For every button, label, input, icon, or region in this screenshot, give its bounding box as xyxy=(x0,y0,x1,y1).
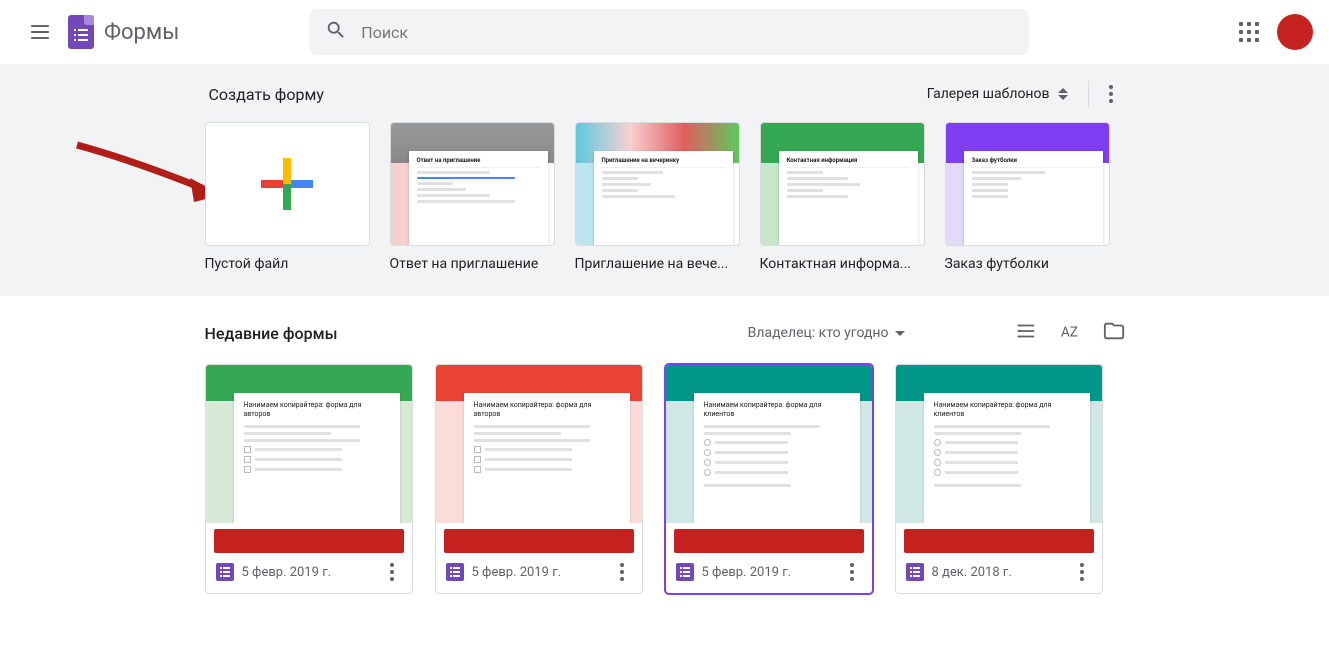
title-redacted xyxy=(904,529,1094,553)
recent-date: 5 февр. 2019 г. xyxy=(472,565,604,580)
sort-az-icon: AZ xyxy=(1059,320,1081,342)
recent-thumb: Нанимаем копирайтера: форма для авторов xyxy=(436,365,642,523)
forms-icon xyxy=(446,563,464,581)
gallery-label: Галерея шаблонов xyxy=(927,86,1050,102)
template-tshirt[interactable]: Заказ футболки Заказ футболки xyxy=(945,122,1110,272)
sort-button[interactable]: AZ xyxy=(1059,320,1081,346)
title-redacted xyxy=(214,529,404,553)
apps-icon[interactable] xyxy=(1239,22,1259,42)
template-gallery-button[interactable]: Галерея шаблонов xyxy=(919,80,1076,108)
search-icon xyxy=(325,19,347,45)
template-rsvp[interactable]: Ответ на приглашение Ответ на приглашени… xyxy=(390,122,555,272)
card-more-button[interactable] xyxy=(842,563,862,581)
templates-section: Создать форму Галерея шаблонов Пустой фа… xyxy=(0,64,1329,296)
owner-filter-label: Владелец: кто угодно xyxy=(748,325,889,341)
recent-thumb: Нанимаем копирайтера: форма для клиентов xyxy=(896,365,1102,523)
template-thumb: Заказ футболки xyxy=(945,122,1110,246)
recent-form-card[interactable]: Нанимаем копирайтера: форма для клиентов… xyxy=(665,364,873,594)
caret-down-icon xyxy=(895,331,905,336)
svg-text:AZ: AZ xyxy=(1060,325,1077,341)
folder-icon xyxy=(1103,320,1125,342)
unfold-icon xyxy=(1058,88,1068,100)
title-redacted xyxy=(444,529,634,553)
template-thumb: Ответ на приглашение xyxy=(390,122,555,246)
forms-icon xyxy=(216,563,234,581)
divider xyxy=(1088,81,1089,107)
list-icon xyxy=(1015,320,1037,342)
recent-form-card[interactable]: Нанимаем копирайтера: форма для авторов 5… xyxy=(205,364,413,594)
app-title: Формы xyxy=(104,20,179,45)
recent-section: Недавние формы Владелец: кто угодно AZ Н… xyxy=(0,296,1329,618)
search-bar[interactable] xyxy=(309,9,1029,55)
template-label: Заказ футболки xyxy=(945,256,1110,272)
list-view-button[interactable] xyxy=(1015,320,1037,346)
search-input[interactable] xyxy=(361,23,1013,42)
recent-date: 8 дек. 2018 г. xyxy=(932,565,1064,580)
template-thumb: Контактная информация xyxy=(760,122,925,246)
template-thumb: Приглашение на вечеринку xyxy=(575,122,740,246)
main-menu-button[interactable] xyxy=(16,8,64,56)
recent-thumb: Нанимаем копирайтера: форма для клиентов xyxy=(666,365,872,523)
recent-date: 5 февр. 2019 г. xyxy=(702,565,834,580)
templates-title: Создать форму xyxy=(209,85,324,104)
forms-icon xyxy=(676,563,694,581)
avatar[interactable] xyxy=(1277,14,1313,50)
owner-filter[interactable]: Владелец: кто угодно xyxy=(748,325,905,341)
recent-form-card[interactable]: Нанимаем копирайтера: форма для авторов 5… xyxy=(435,364,643,594)
hamburger-icon xyxy=(31,25,49,39)
header: Формы xyxy=(0,0,1329,64)
template-label: Пустой файл xyxy=(205,256,370,272)
template-blank[interactable]: Пустой файл xyxy=(205,122,370,272)
template-thumb xyxy=(205,122,370,246)
card-more-button[interactable] xyxy=(612,563,632,581)
forms-icon xyxy=(68,15,94,49)
app-logo[interactable]: Формы xyxy=(68,15,179,49)
card-more-button[interactable] xyxy=(382,563,402,581)
recent-title: Недавние формы xyxy=(205,324,338,343)
folder-button[interactable] xyxy=(1103,320,1125,346)
template-label: Контактная информа... xyxy=(760,256,925,272)
recent-form-card[interactable]: Нанимаем копирайтера: форма для клиентов… xyxy=(895,364,1103,594)
forms-icon xyxy=(906,563,924,581)
recent-thumb: Нанимаем копирайтера: форма для авторов xyxy=(206,365,412,523)
card-more-button[interactable] xyxy=(1072,563,1092,581)
templates-more-button[interactable] xyxy=(1101,85,1121,103)
template-contact[interactable]: Контактная информация Контактная информа… xyxy=(760,122,925,272)
recent-date: 5 февр. 2019 г. xyxy=(242,565,374,580)
template-party[interactable]: Приглашение на вечеринку Приглашение на … xyxy=(575,122,740,272)
title-redacted xyxy=(674,529,864,553)
template-label: Приглашение на вече... xyxy=(575,256,740,272)
template-label: Ответ на приглашение xyxy=(390,256,555,272)
plus-icon xyxy=(261,158,313,210)
